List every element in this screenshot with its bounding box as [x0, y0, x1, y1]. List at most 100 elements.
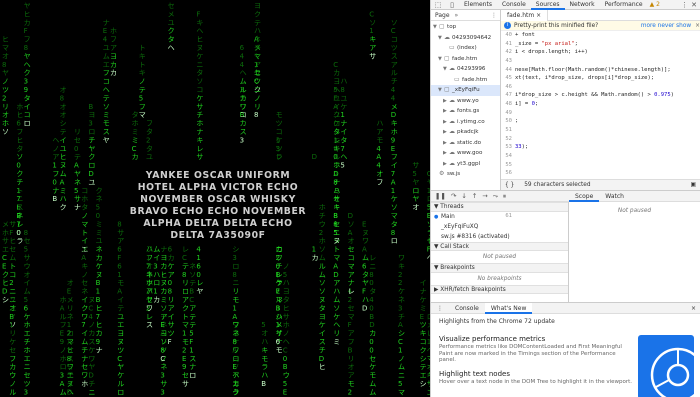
file-tree-item[interactable]: ▶ ☁ www.yo — [431, 96, 500, 107]
file-tree-item[interactable]: ▶ ☁ pkadcjk — [431, 127, 500, 138]
breakpoints-header[interactable]: ▼ Breakpoints — [431, 263, 568, 273]
line-number[interactable]: 56 — [501, 169, 515, 178]
file-tree-item[interactable]: ▼ ☁ 04293996 — [431, 64, 500, 75]
line-number[interactable]: 41 — [501, 40, 515, 49]
more-tabs-icon[interactable]: » — [455, 12, 459, 19]
line-number[interactable]: 46 — [501, 83, 515, 92]
code-line[interactable]: 47 i*drop_size > c.height && Math.random(… — [501, 91, 700, 100]
step-icon[interactable]: → — [482, 192, 487, 200]
line-number[interactable]: 53 — [501, 143, 515, 152]
file-tree-item[interactable]: ▶ ☁ fonts.gs — [431, 106, 500, 117]
tab-console[interactable]: Console — [497, 0, 531, 10]
matrix-glyph: B — [333, 212, 338, 220]
line-number[interactable]: 40 — [501, 31, 515, 40]
coverage-icon[interactable]: ▣ — [691, 182, 700, 188]
code-line[interactable]: 55 — [501, 161, 700, 170]
inspect-icon[interactable]: ⬚ — [431, 1, 445, 9]
editor-tab-fade[interactable]: fade.htm × — [501, 9, 549, 21]
pause-on-exceptions-icon[interactable]: ⏸ — [503, 192, 506, 201]
code-line[interactable]: 50; — [501, 117, 700, 126]
line-number[interactable]: 44 — [501, 66, 515, 75]
code-line[interactable]: 44 nese[Math.floor(Math.random()*chinese.… — [501, 66, 700, 75]
call-stack-header[interactable]: ▼ Call Stack — [431, 241, 568, 251]
deactivate-breakpoints-icon[interactable]: ⤳ — [493, 192, 498, 201]
code-line[interactable]: 43 — [501, 57, 700, 66]
tab-page[interactable]: Page — [435, 12, 450, 19]
code-line[interactable]: 51 — [501, 126, 700, 135]
tab-elements[interactable]: Elements — [459, 0, 497, 10]
device-toggle-icon[interactable]: ▯ — [445, 1, 459, 9]
pretty-print-icon[interactable]: { } — [505, 182, 514, 188]
line-number[interactable]: 52 — [501, 135, 515, 144]
code-line[interactable]: 54 — [501, 152, 700, 161]
matrix-glyph: ハ — [333, 187, 340, 195]
tab-performance[interactable]: Performance — [600, 0, 648, 10]
thread-main[interactable]: Main — [431, 212, 568, 222]
file-tree-item[interactable]: ▶ ☁ static.do — [431, 138, 500, 149]
step-over-icon[interactable]: ↷ — [451, 192, 456, 200]
code-line[interactable]: 48 i] = 0; — [501, 100, 700, 109]
threads-header[interactable]: ▼ Threads — [431, 202, 568, 212]
tab-scope[interactable]: Scope — [569, 191, 600, 202]
drawer-tab-console[interactable]: Console — [449, 303, 485, 314]
code-line[interactable]: 46 — [501, 83, 700, 92]
file-tree-item[interactable]: ▼ ☁ 04293094642 — [431, 33, 500, 44]
whats-new-item[interactable]: Visualize performance metrics Performanc… — [431, 335, 641, 364]
file-tree-item[interactable]: ▼ ▢ fade.htm — [431, 54, 500, 65]
tab-watch[interactable]: Watch — [599, 193, 630, 200]
line-number[interactable]: 51 — [501, 126, 515, 135]
tab-network[interactable]: Network — [565, 0, 600, 10]
menu-icon[interactable]: ⋮ — [431, 303, 449, 314]
file-tree-label: 04293094642 — [452, 34, 492, 41]
file-tree-item[interactable]: ▼ ▢ top — [431, 22, 500, 33]
matrix-glyph: タ — [283, 295, 290, 304]
line-number[interactable]: 55 — [501, 161, 515, 170]
xhr-breakpoints-header[interactable]: ▶ XHR/fetch Breakpoints — [431, 284, 568, 294]
line-number[interactable]: 54 — [501, 152, 515, 161]
matrix-glyph: ソ — [9, 296, 16, 304]
close-icon[interactable]: × — [536, 12, 541, 19]
file-tree-item[interactable]: ▶ ☁ i.ytimg.co — [431, 117, 500, 128]
file-tree-item[interactable]: ▶ ☁ yt3.ggpl — [431, 159, 500, 170]
thread-iframe[interactable]: _xEyFqiFuXQ — [431, 222, 568, 232]
line-number[interactable]: 49 — [501, 109, 515, 118]
line-number[interactable]: 43 — [501, 57, 515, 66]
line-number[interactable]: 45 — [501, 74, 515, 83]
step-into-icon[interactable]: ↓ — [461, 192, 466, 200]
code-line[interactable]: 45 xt(text, i*drop_size, drops[i]*drop_si… — [501, 74, 700, 83]
matrix-glyph: コ — [348, 254, 355, 262]
pause-icon[interactable]: ❚❚ — [435, 192, 446, 200]
line-text: nese[Math.floor(Math.random()*chinese.le… — [515, 66, 671, 73]
code-line[interactable]: 42 i < drops.length; i++) — [501, 48, 700, 57]
code-line[interactable]: 56 — [501, 169, 700, 178]
close-icon[interactable]: × — [685, 303, 700, 314]
code-line[interactable]: 41 _size = "px arial"; — [501, 40, 700, 49]
code-line[interactable]: 52 — [501, 135, 700, 144]
code-line[interactable]: 53 33); — [501, 143, 700, 152]
tab-sources[interactable]: Sources — [530, 0, 565, 10]
thread-service-worker[interactable]: sw.js #8316 (activated) — [431, 232, 568, 242]
drawer-tab-whats-new[interactable]: What's New — [484, 302, 533, 314]
file-tree-item[interactable]: ⚙ sw.js — [431, 169, 500, 180]
line-number[interactable]: 42 — [501, 48, 515, 57]
file-tree-item[interactable]: ▭ fade.htm — [431, 75, 500, 86]
line-number[interactable]: 48 — [501, 100, 515, 109]
file-tree-item[interactable]: ▶ ☁ www.goo — [431, 148, 500, 159]
file-tree-item[interactable]: ▭ (index) — [431, 43, 500, 54]
line-number[interactable]: 47 — [501, 91, 515, 100]
matrix-glyph: テ — [189, 321, 196, 329]
matrix-glyph: 4 — [196, 246, 201, 254]
warning-badge[interactable]: ▲ 2 — [650, 1, 660, 8]
more-menu-icon[interactable]: ⋮ — [681, 1, 688, 9]
code-line[interactable]: 49 — [501, 109, 700, 118]
code-line[interactable]: 40 + font — [501, 31, 700, 40]
close-icon[interactable]: × — [695, 23, 700, 29]
navigator-menu-icon[interactable]: ⋮ — [491, 12, 500, 19]
step-out-icon[interactable]: ↑ — [472, 192, 477, 200]
line-number[interactable]: 50 — [501, 117, 515, 126]
pretty-print-links[interactable]: more never show — [641, 23, 693, 29]
whats-new-item[interactable]: Highlight text nodes Hover over a text n… — [431, 370, 641, 386]
matrix-glyph: コ — [103, 78, 110, 86]
file-tree-item[interactable]: ▼ ▢ _xEyFqiFu — [431, 85, 500, 96]
close-icon[interactable]: ✕ — [691, 1, 697, 9]
